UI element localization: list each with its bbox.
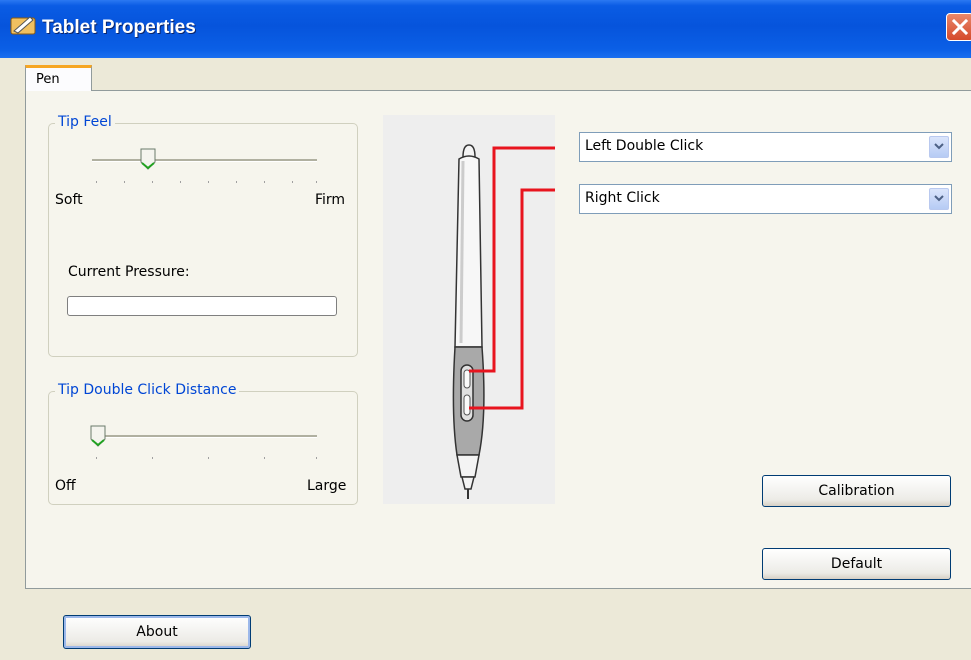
current-pressure-bar bbox=[67, 296, 337, 316]
slider-tick bbox=[152, 181, 153, 183]
title-bar: Tablet Properties bbox=[0, 0, 971, 58]
slider-tick bbox=[208, 457, 209, 459]
slider-thumb-icon[interactable] bbox=[90, 425, 106, 447]
about-button[interactable]: About bbox=[63, 615, 251, 649]
tip-double-click-slider-track[interactable] bbox=[92, 435, 317, 438]
slider-tick bbox=[152, 457, 153, 459]
about-button-label: About bbox=[136, 624, 178, 640]
slider-tick bbox=[236, 181, 237, 183]
default-button-label: Default bbox=[830, 556, 883, 572]
slider-tick bbox=[96, 181, 97, 183]
default-button[interactable]: Default bbox=[762, 548, 951, 580]
lower-pen-button-select[interactable]: Right Click bbox=[579, 184, 952, 214]
close-button[interactable] bbox=[946, 13, 971, 41]
slider-tick bbox=[292, 181, 293, 183]
chevron-down-icon bbox=[934, 143, 944, 150]
slider-thumb-icon[interactable] bbox=[140, 148, 156, 170]
chevron-down-icon bbox=[934, 195, 944, 202]
tablet-app-icon bbox=[10, 16, 36, 35]
slider-tick bbox=[180, 181, 181, 183]
off-label: Off bbox=[55, 478, 76, 494]
large-label: Large bbox=[307, 478, 347, 494]
tip-feel-label: Tip Feel bbox=[55, 114, 115, 130]
upper-pen-button-value: Left Double Click bbox=[585, 138, 704, 154]
close-icon bbox=[951, 18, 969, 36]
pen-illustration bbox=[383, 115, 555, 504]
slider-tick bbox=[316, 457, 317, 459]
tab-label: Pen bbox=[36, 72, 60, 87]
tip-double-click-label: Tip Double Click Distance bbox=[55, 382, 240, 398]
upper-pen-button-select[interactable]: Left Double Click bbox=[579, 132, 952, 162]
tip-double-click-group: Tip Double Click Distance Off Large bbox=[48, 382, 358, 505]
calibration-button[interactable]: Calibration bbox=[762, 475, 951, 507]
pen-drawing bbox=[452, 144, 555, 499]
dropdown-button[interactable] bbox=[929, 188, 949, 210]
slider-tick bbox=[124, 181, 125, 183]
tab-pen[interactable]: Pen bbox=[25, 65, 92, 91]
calibration-button-label: Calibration bbox=[818, 483, 895, 499]
lower-pen-button-value: Right Click bbox=[585, 190, 660, 206]
slider-tick bbox=[316, 181, 317, 183]
dropdown-button[interactable] bbox=[929, 136, 949, 158]
slider-tick bbox=[264, 181, 265, 183]
firm-label: Firm bbox=[315, 192, 346, 208]
tip-feel-group: Tip Feel Soft Firm Current Pressure: bbox=[48, 114, 358, 357]
tip-feel-slider-track[interactable] bbox=[92, 159, 317, 162]
current-pressure-label: Current Pressure: bbox=[68, 264, 190, 280]
slider-tick bbox=[264, 457, 265, 459]
slider-tick bbox=[96, 457, 97, 459]
slider-tick bbox=[208, 181, 209, 183]
pen-tab-panel: Tip Feel Soft Firm Current Pressure: Tip… bbox=[25, 90, 971, 589]
window-title: Tablet Properties bbox=[42, 17, 196, 38]
soft-label: Soft bbox=[55, 192, 83, 208]
